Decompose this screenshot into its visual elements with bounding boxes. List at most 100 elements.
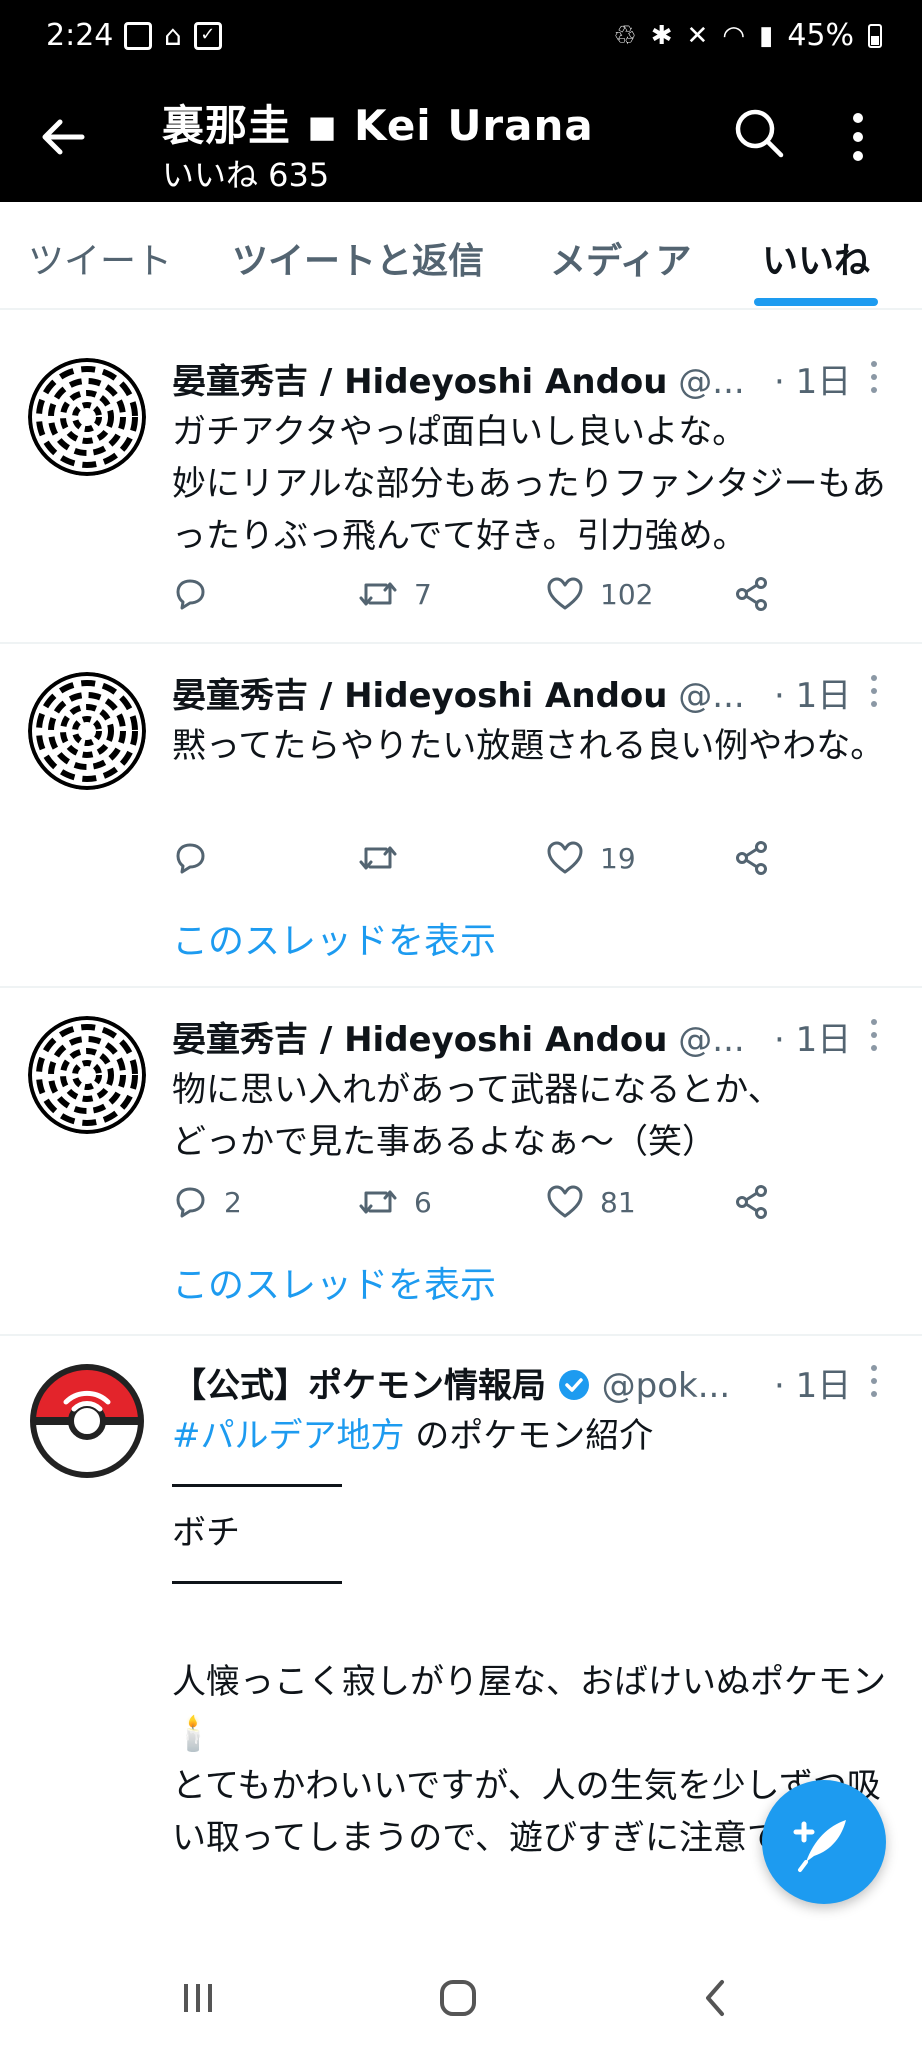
retweet-button[interactable]: [358, 840, 414, 876]
reply-icon: [176, 579, 205, 610]
show-thread-link[interactable]: このスレッドを表示: [172, 1256, 496, 1308]
retweet-button[interactable]: 7: [358, 576, 432, 612]
retweet-count: 6: [414, 1185, 432, 1219]
tweet-more-icon[interactable]: [870, 1018, 878, 1052]
recent-apps-icon[interactable]: [180, 1980, 216, 2016]
home-button-icon[interactable]: [438, 1978, 478, 2018]
author-handle[interactable]: @...: [678, 362, 744, 402]
tweet-text: 物に思い入れがあって武器になるとか、 どっかで見た事あるよなぁ～（笑）: [172, 1070, 782, 1162]
divider-line: [172, 1581, 342, 1584]
avatar[interactable]: [28, 1362, 146, 1480]
spiral-avatar-image: [28, 672, 146, 790]
tab-media[interactable]: メディア: [550, 232, 691, 284]
author-handle[interactable]: @...: [678, 1020, 744, 1060]
tweet-text: 黙ってたらやりたい放題される良い例やわな。: [172, 726, 885, 766]
avatar[interactable]: [28, 1016, 146, 1134]
tab-likes[interactable]: いいね: [762, 232, 870, 284]
recycle-icon: ♲: [613, 20, 637, 51]
share-button[interactable]: [734, 840, 770, 876]
like-button[interactable]: 19: [546, 840, 636, 876]
mute-icon: ✕: [686, 20, 709, 51]
pokemon-name: ボチ: [172, 1513, 240, 1553]
share-icon: [736, 841, 767, 875]
battery-icon: [868, 23, 882, 48]
divider-line: [172, 1484, 342, 1487]
author-handle[interactable]: @pok...: [602, 1366, 731, 1406]
tweet[interactable]: 晏童秀吉 / Hideyoshi Andou @... · 1日 ガチアクタやっ…: [0, 330, 922, 644]
tweet-author[interactable]: 晏童秀吉 / Hideyoshi Andou @...: [172, 354, 745, 403]
like-count: 81: [600, 1185, 636, 1219]
share-button[interactable]: [734, 1184, 770, 1220]
bluetooth-icon: ✱: [650, 20, 673, 51]
reply-button[interactable]: 2: [172, 1184, 242, 1220]
author-name[interactable]: 晏童秀吉 / Hideyoshi Andou: [172, 362, 667, 402]
avatar[interactable]: [28, 358, 146, 476]
tweet-first-line-text: のポケモン紹介: [404, 1416, 654, 1456]
back-nav-icon[interactable]: [700, 1978, 730, 2018]
reply-button[interactable]: [172, 576, 224, 612]
hashtag-link[interactable]: #パルデア地方: [172, 1416, 405, 1456]
tweet-time: · 1日: [774, 676, 852, 716]
compose-tweet-button[interactable]: [762, 1780, 886, 1904]
profile-name: 裏那圭 ◾ Kei Urana: [162, 101, 594, 150]
tab-tweets[interactable]: ツイート: [28, 232, 172, 284]
check-icon: ✓: [193, 22, 222, 50]
author-handle[interactable]: @...: [678, 676, 744, 716]
reply-icon: [176, 1187, 205, 1218]
more-options-icon[interactable]: [850, 112, 866, 162]
tweet-actions: 19: [172, 840, 792, 880]
active-tab-indicator: [754, 298, 878, 306]
avatar[interactable]: [28, 672, 146, 790]
tweet-text: ガチアクタやっぱ面白いし良いよな。 妙にリアルな部分もあったりファンタジーもあっ…: [172, 412, 886, 556]
reply-icon: [176, 843, 205, 874]
status-time: 2:24: [46, 18, 114, 53]
author-name[interactable]: 晏童秀吉 / Hideyoshi Andou: [172, 676, 667, 716]
verified-badge-icon: [558, 1370, 589, 1400]
reply-button[interactable]: [172, 840, 224, 876]
heart-icon: [547, 841, 583, 874]
retweet-icon: [359, 846, 397, 870]
android-navigation-bar: [0, 1944, 922, 2048]
tweet-author[interactable]: 晏童秀吉 / Hideyoshi Andou @...: [172, 668, 745, 717]
search-icon[interactable]: [734, 108, 784, 158]
wifi-icon: ◠: [722, 20, 745, 51]
author-name[interactable]: 晏童秀吉 / Hideyoshi Andou: [172, 1020, 667, 1060]
profile-header: 裏那圭 ◾ Kei Urana いいね 635: [0, 72, 922, 202]
tweet-author[interactable]: 晏童秀吉 / Hideyoshi Andou @...: [172, 1012, 745, 1061]
signal-icon: ▮: [759, 20, 774, 51]
tweet-first-line: #パルデア地方 のポケモン紹介: [172, 1410, 892, 1462]
battery-percent: 45%: [787, 18, 854, 53]
tweet-author[interactable]: 【公式】ポケモン情報局 @pok...: [172, 1358, 730, 1407]
like-button[interactable]: 102: [546, 576, 653, 612]
heart-icon: [547, 1185, 583, 1218]
tweet[interactable]: 晏童秀吉 / Hideyoshi Andou @... · 1日 物に思い入れが…: [0, 988, 922, 1336]
pokeball-avatar-image: [30, 1364, 144, 1478]
tweet-more-icon[interactable]: [870, 360, 878, 394]
like-button[interactable]: 81: [546, 1184, 636, 1220]
tweet-actions: 7 102: [172, 576, 792, 616]
profile-tabs: ツイート ツイートと返信 メディア いいね: [0, 202, 922, 310]
tweet-more-icon[interactable]: [870, 674, 878, 708]
tweet[interactable]: 晏童秀吉 / Hideyoshi Andou @... · 1日 黙ってたらやり…: [0, 644, 922, 988]
compose-feather-icon: [793, 1820, 846, 1872]
author-name[interactable]: 【公式】ポケモン情報局: [172, 1366, 546, 1406]
image-icon: [124, 22, 152, 50]
system-icons: ♲ ✱ ✕ ◠ ▮ 45%: [613, 18, 882, 53]
tweet-time: · 1日: [774, 1366, 852, 1406]
spiral-avatar-image: [28, 1016, 146, 1134]
retweet-button[interactable]: 6: [358, 1184, 432, 1220]
tab-tweets-and-replies[interactable]: ツイートと返信: [232, 232, 484, 284]
retweet-count: 7: [414, 577, 432, 611]
retweet-icon: [359, 1190, 397, 1214]
tweet-actions: 2 6 81: [172, 1184, 792, 1224]
status-bar: 2:24 ⌂ ✓ ♲ ✱ ✕ ◠ ▮ 45%: [0, 0, 922, 72]
tweet-time: · 1日: [774, 362, 852, 402]
show-thread-link[interactable]: このスレッドを表示: [172, 912, 496, 964]
notification-icons: ⌂ ✓: [124, 22, 222, 50]
share-button[interactable]: [734, 576, 770, 612]
tweet-more-icon[interactable]: [870, 1364, 878, 1398]
back-arrow-icon[interactable]: [40, 114, 86, 160]
like-count: 19: [600, 841, 636, 875]
home-icon: ⌂: [164, 19, 182, 52]
